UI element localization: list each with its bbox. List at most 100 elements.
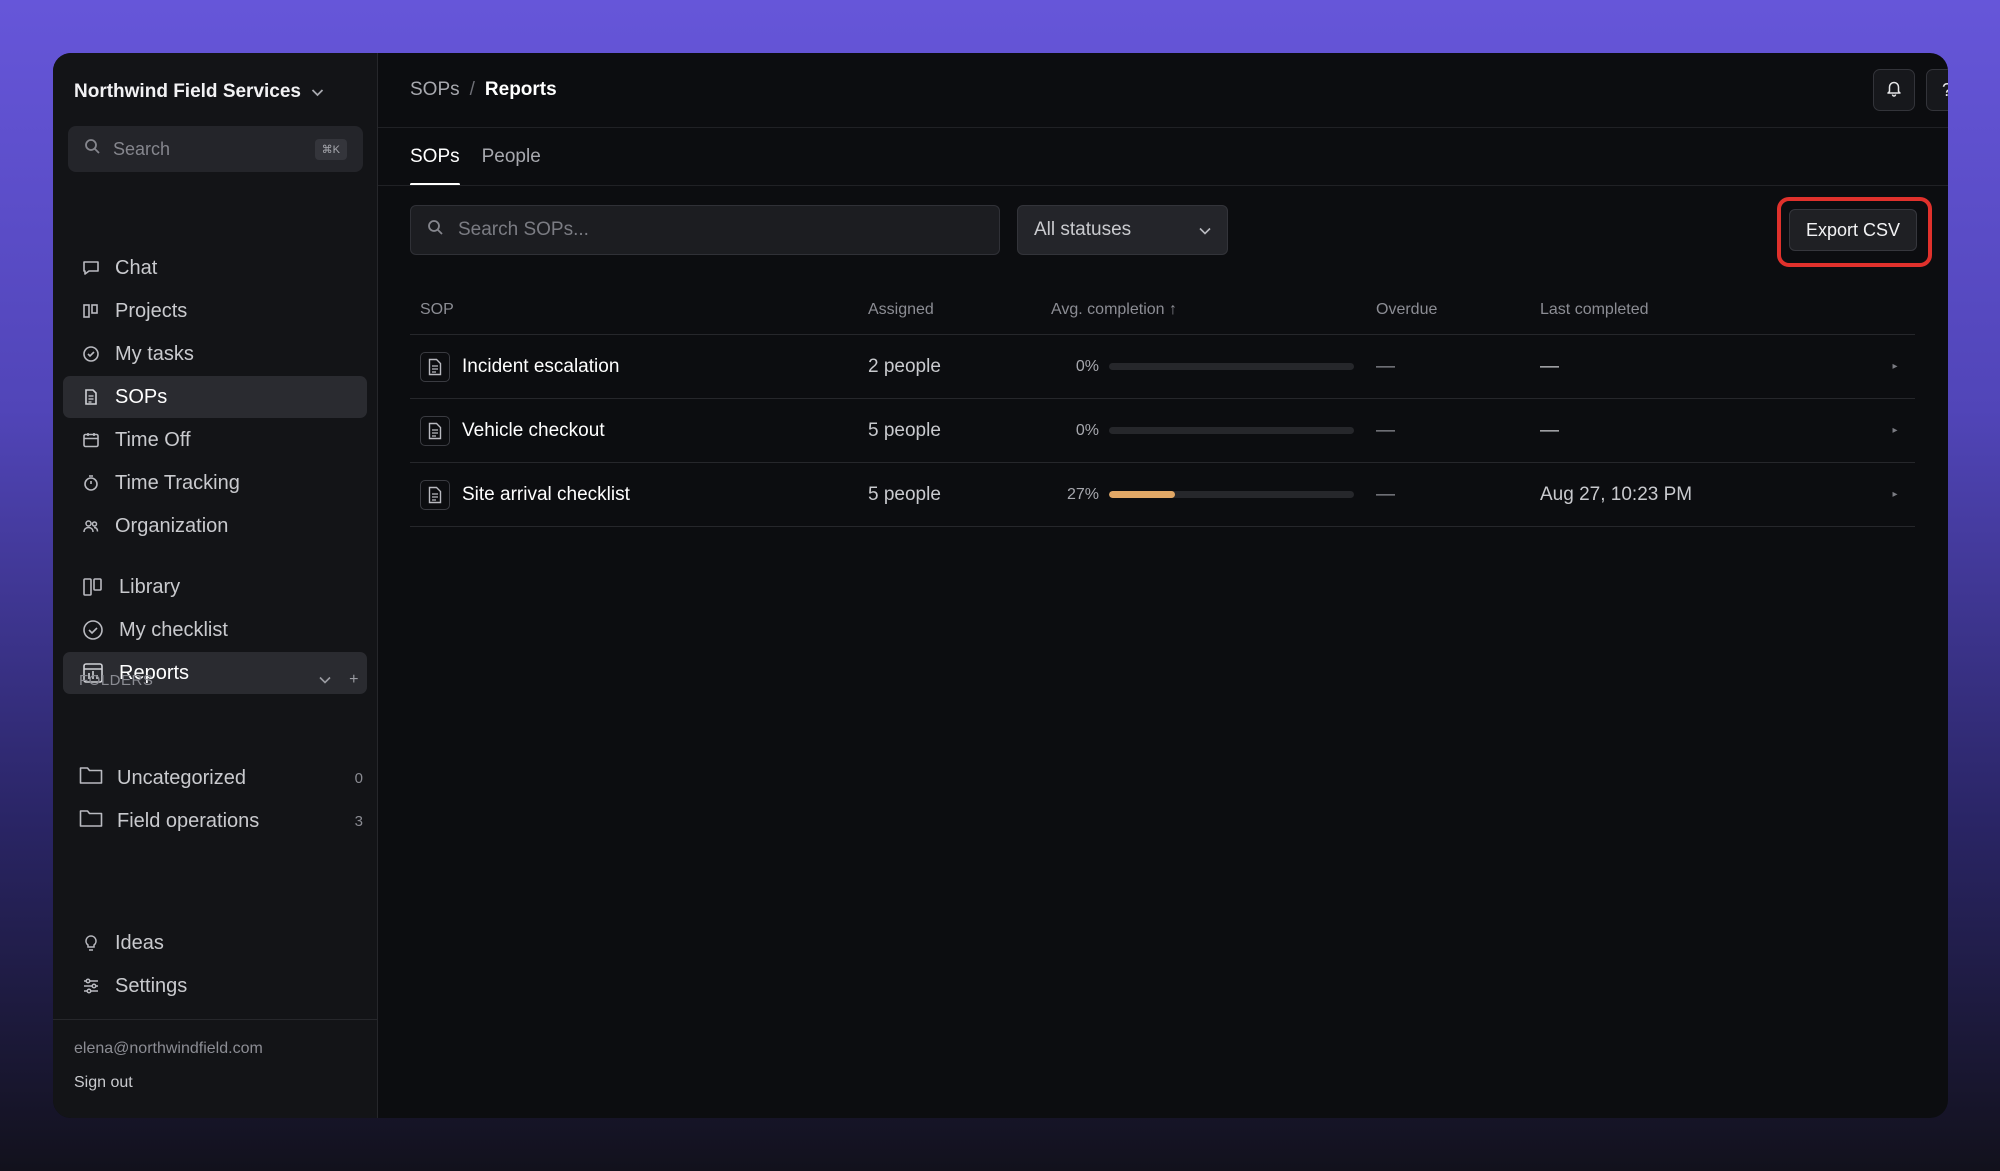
sidebar-item-library[interactable]: Library <box>63 566 367 608</box>
sidebar-item-my-checklist[interactable]: My checklist <box>63 609 367 651</box>
app-window: Northwind Field Services Search ⌘K Chat … <box>53 53 1948 1118</box>
check-circle-icon <box>81 344 101 364</box>
sidebar-item-sops[interactable]: SOPs <box>63 376 367 418</box>
header-avg-completion[interactable]: Avg. completion ↑ <box>1051 301 1376 319</box>
header-assigned[interactable]: Assigned <box>868 301 1051 319</box>
document-icon <box>420 351 450 382</box>
expand-arrow-icon[interactable]: ▸ <box>1875 425 1915 436</box>
last-completed-value: Aug 27, 10:23 PM <box>1540 483 1693 505</box>
sidebar-item-label: Ideas <box>115 931 164 954</box>
document-icon <box>420 415 450 446</box>
tab-sops[interactable]: SOPs <box>410 128 460 186</box>
people-icon <box>81 516 101 536</box>
sidebar-item-time-tracking[interactable]: Time Tracking <box>63 462 367 504</box>
main-content: SOPs / Reports ? SOPs People All statuse… <box>378 53 1948 1118</box>
assigned-count: 2 people <box>868 355 941 377</box>
main-nav: Chat Projects My tasks SOPs Time Off Tim… <box>63 247 367 548</box>
folder-item-uncategorized[interactable]: Uncategorized 0 <box>79 765 363 791</box>
tab-people[interactable]: People <box>482 128 541 186</box>
completion-percent: 0% <box>1075 421 1099 439</box>
add-folder-icon[interactable]: + <box>349 671 359 689</box>
progress-fill <box>1109 491 1176 498</box>
chevron-down-icon[interactable] <box>319 671 331 689</box>
sop-search-field[interactable] <box>410 205 1000 255</box>
export-csv-button[interactable]: Export CSV <box>1789 209 1917 251</box>
sidebar-item-label: Organization <box>115 514 229 537</box>
divider <box>53 1019 378 1020</box>
divider <box>378 185 1948 186</box>
sidebar-item-label: Chat <box>115 256 158 279</box>
table-row[interactable]: Vehicle checkout 5 people 0% — — ▸ <box>410 399 1915 463</box>
folder-label: Uncategorized <box>117 766 246 789</box>
header-sop[interactable]: SOP <box>410 301 868 319</box>
folder-label: Field operations <box>117 809 260 832</box>
sidebar-item-label: My tasks <box>115 342 194 365</box>
sidebar-item-organization[interactable]: Organization <box>63 505 367 547</box>
chevron-down-icon <box>1199 219 1211 241</box>
sidebar-item-projects[interactable]: Projects <box>63 290 367 332</box>
status-filter-value: All statuses <box>1034 219 1132 240</box>
sidebar-item-label: Projects <box>115 299 188 322</box>
bell-icon <box>1885 79 1903 102</box>
assigned-count: 5 people <box>868 483 941 505</box>
sidebar-item-label: Settings <box>115 974 188 997</box>
expand-arrow-icon[interactable]: ▸ <box>1875 361 1915 372</box>
sop-name[interactable]: Incident escalation <box>462 356 619 378</box>
chat-icon <box>81 258 101 278</box>
sign-out-link[interactable]: Sign out <box>74 1074 133 1092</box>
document-icon <box>420 479 450 510</box>
completion-progress-bar <box>1109 363 1354 370</box>
breadcrumb-parent[interactable]: SOPs <box>410 79 460 101</box>
sop-cell: Vehicle checkout <box>410 415 868 446</box>
sidebar-item-time-off[interactable]: Time Off <box>63 419 367 461</box>
sidebar-item-label: SOPs <box>115 385 168 408</box>
document-icon <box>81 387 101 407</box>
completion-percent: 0% <box>1075 357 1099 375</box>
lightbulb-icon <box>81 933 101 953</box>
tab-bar: SOPs People <box>410 128 541 186</box>
breadcrumb-separator: / <box>469 79 475 100</box>
status-filter-select[interactable]: All statuses <box>1017 205 1228 255</box>
sop-name[interactable]: Site arrival checklist <box>462 484 630 506</box>
check-circle-icon <box>81 618 105 642</box>
page-title: Reports <box>484 79 557 100</box>
chevron-down-icon <box>311 85 324 100</box>
sidebar-item-chat[interactable]: Chat <box>63 247 367 289</box>
avg-completion-cell: 0% <box>1051 422 1376 440</box>
top-bar: SOPs / Reports ? <box>378 53 1948 128</box>
folder-icon <box>79 808 103 834</box>
org-switcher[interactable]: Northwind Field Services <box>74 81 324 103</box>
last-completed-value: — <box>1540 419 1559 441</box>
header-overdue[interactable]: Overdue <box>1376 301 1540 319</box>
sop-name[interactable]: Vehicle checkout <box>462 420 605 442</box>
search-icon <box>84 138 101 160</box>
expand-arrow-icon[interactable]: ▸ <box>1875 489 1915 500</box>
assigned-count: 5 people <box>868 419 941 441</box>
avg-completion-cell: 0% <box>1051 358 1376 376</box>
table-row[interactable]: Incident escalation 2 people 0% — — ▸ <box>410 335 1915 399</box>
table-row[interactable]: Site arrival checklist 5 people 27% — Au… <box>410 463 1915 527</box>
shortcut-badge: ⌘K <box>314 138 347 160</box>
folder-icon <box>79 765 103 791</box>
sidebar-search[interactable]: Search ⌘K <box>68 126 363 172</box>
folder-count: 3 <box>354 812 363 830</box>
completion-progress-bar <box>1109 427 1354 434</box>
sidebar-item-settings[interactable]: Settings <box>63 965 367 1007</box>
last-completed-value: — <box>1540 355 1559 377</box>
breadcrumb: SOPs / Reports <box>410 79 557 101</box>
sop-cell: Incident escalation <box>410 351 868 382</box>
sop-report-table: SOP Assigned Avg. completion ↑ Overdue L… <box>410 285 1915 527</box>
projects-icon <box>81 301 101 321</box>
sidebar-item-label: Library <box>119 575 181 598</box>
help-button[interactable]: ? <box>1926 69 1948 111</box>
sop-search-input[interactable] <box>458 219 983 241</box>
sidebar-item-my-tasks[interactable]: My tasks <box>63 333 367 375</box>
header-last-completed[interactable]: Last completed <box>1540 301 1915 319</box>
folder-item-field-operations[interactable]: Field operations 3 <box>79 808 363 834</box>
calendar-icon <box>81 430 101 450</box>
avg-completion-cell: 27% <box>1051 486 1376 504</box>
sidebar-item-label: Time Tracking <box>115 471 240 494</box>
notifications-button[interactable] <box>1873 69 1915 111</box>
org-name: Northwind Field Services <box>74 81 301 102</box>
sidebar-item-ideas[interactable]: Ideas <box>63 922 367 964</box>
